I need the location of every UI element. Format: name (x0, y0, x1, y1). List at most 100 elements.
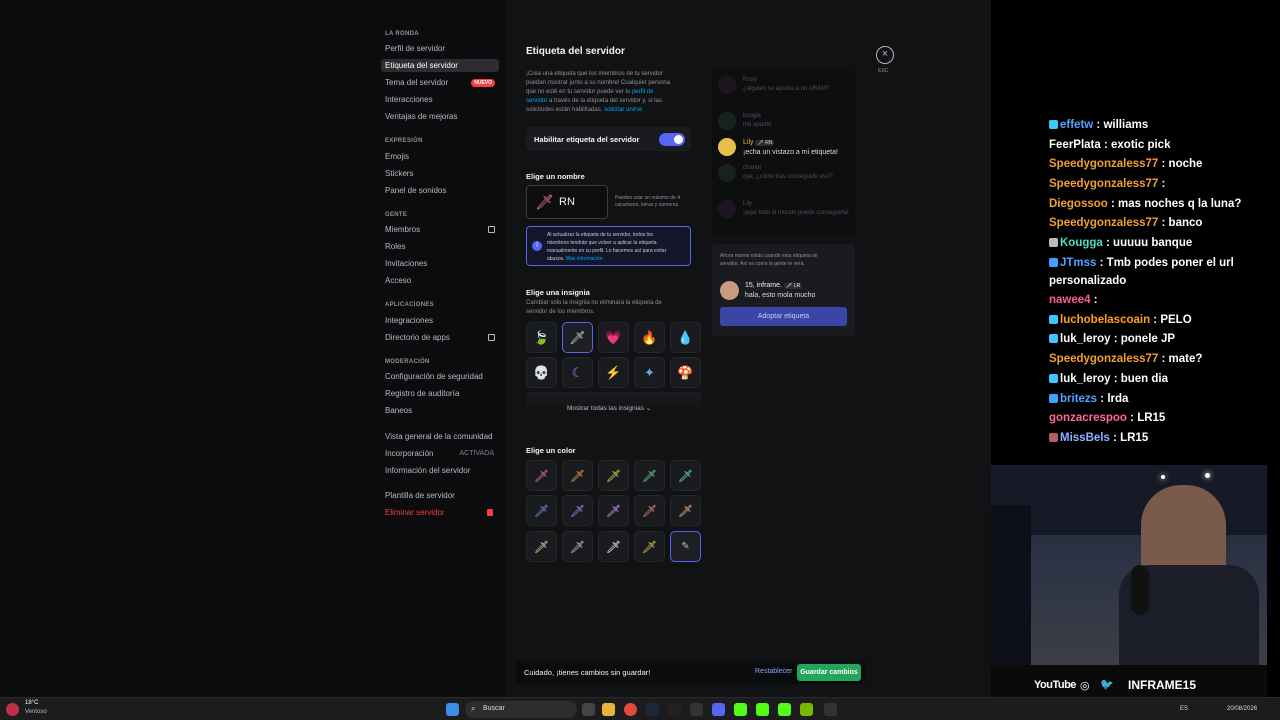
close-icon[interactable]: × (876, 46, 894, 64)
file-explorer-icon[interactable] (602, 703, 615, 716)
show-all-badges-button[interactable]: Mostrar todas las insignias ⌄ (567, 404, 651, 412)
chat-username[interactable]: britezs (1060, 393, 1097, 405)
server-profile-link[interactable]: perfil de (632, 89, 653, 95)
color-option[interactable]: 🗡 (634, 531, 665, 562)
sidebar-item-incorporacion[interactable]: Incorporación ACTIVADA (381, 447, 499, 460)
badge-mushroom-icon[interactable]: 🍄 (670, 357, 701, 388)
color-option[interactable]: 🗡 (526, 531, 557, 562)
chat-username[interactable]: luk_leroy (1060, 333, 1111, 345)
chat-username[interactable]: Diegossoo (1049, 198, 1108, 210)
sidebar-item-info[interactable]: Información del servidor (381, 464, 499, 477)
reset-button[interactable]: Restablecer (755, 668, 792, 675)
color-option[interactable]: 🗡 (562, 531, 593, 562)
twitter-icon: 🐦 (1100, 679, 1114, 691)
color-option[interactable]: 🗡 (526, 460, 557, 491)
sidebar-item-ventajas[interactable]: Ventajas de mejoras (381, 110, 499, 123)
sidebar-item-stickers[interactable]: Stickers (381, 167, 499, 180)
color-option[interactable]: 🗡 (670, 460, 701, 491)
chat-username[interactable]: Speedygonzaless77 (1049, 353, 1158, 365)
app-icon[interactable] (690, 703, 703, 716)
task-view-icon[interactable] (582, 703, 595, 716)
adopt-tag-button[interactable]: Adoptar etiqueta (720, 307, 847, 326)
enable-tag-toggle[interactable] (659, 133, 685, 146)
unsaved-text: Cuidado, ¡tienes cambios sin guardar! (524, 668, 651, 677)
sidebar-item-invitaciones[interactable]: Invitaciones (381, 257, 499, 270)
color-option[interactable]: 🗡 (598, 460, 629, 491)
sidebar-item-auditoria[interactable]: Registro de auditoría (381, 387, 499, 400)
sidebar-item-sonidos[interactable]: Panel de sonidos (381, 184, 499, 197)
badge-skull-icon[interactable]: 💀 (526, 357, 557, 388)
external-link-icon (488, 226, 495, 233)
sidebar-item-baneos[interactable]: Baneos (381, 404, 499, 417)
name-input[interactable]: 🗡 RN (526, 185, 608, 219)
chat-username[interactable]: MissBels (1060, 432, 1110, 444)
kick-icon[interactable] (778, 703, 791, 716)
sidebar-item-directorio[interactable]: Directorio de apps (381, 331, 499, 344)
badge-fire-icon[interactable]: 🔥 (634, 322, 665, 353)
discord-icon[interactable] (712, 703, 725, 716)
badge-water-icon[interactable]: 💧 (670, 322, 701, 353)
chat-username[interactable]: FeerPlata (1049, 139, 1101, 151)
nvidia-icon[interactable] (800, 703, 813, 716)
sidebar-item-tema[interactable]: Tema del servidor NUEVO (381, 76, 499, 89)
color-option[interactable]: 🗡 (634, 495, 665, 526)
more-info-link[interactable]: Más información (566, 256, 603, 262)
sidebar-item-seguridad[interactable]: Configuración de seguridad (381, 370, 499, 383)
badge-heart-icon[interactable]: 💗 (598, 322, 629, 353)
steam-icon[interactable] (646, 703, 659, 716)
sidebar-item-perfil[interactable]: Perfil de servidor (381, 42, 499, 55)
color-option[interactable]: 🗡 (562, 495, 593, 526)
color-option[interactable]: 🗡 (598, 495, 629, 526)
chat-separator: : (1110, 373, 1121, 385)
windows-start-icon[interactable] (446, 703, 459, 716)
request-join-link[interactable]: solicitar unirse (604, 107, 642, 113)
color-option[interactable]: 🗡 (526, 495, 557, 526)
app-icon[interactable] (824, 703, 837, 716)
color-option[interactable]: 🗡 (634, 460, 665, 491)
custom-color-option[interactable]: ✎ (670, 531, 701, 562)
user-msg: hala, esto mola mucho (745, 292, 816, 299)
chat-username[interactable]: nawee4 (1049, 294, 1091, 306)
chat-username[interactable]: Kougga (1060, 237, 1103, 249)
chat-username[interactable]: effetw (1060, 119, 1093, 131)
badge-sword-icon[interactable]: 🗡 (562, 322, 593, 353)
badge-lightning-icon[interactable]: ⚡ (598, 357, 629, 388)
chat-text: noche (1168, 158, 1203, 170)
sidebar-item-integraciones[interactable]: Integraciones (381, 314, 499, 327)
badge-moon-icon[interactable]: ☾ (562, 357, 593, 388)
kick-icon[interactable] (734, 703, 747, 716)
sidebar-item-acceso[interactable]: Acceso (381, 274, 499, 287)
chrome-icon[interactable] (624, 703, 637, 716)
language-indicator[interactable]: ES (1180, 706, 1188, 712)
taskbar-search[interactable]: ⌕ Buscar (465, 701, 577, 718)
chat-username[interactable]: Speedygonzaless77 (1049, 158, 1158, 170)
chat-username[interactable]: JTmss (1060, 257, 1096, 269)
color-option[interactable]: 🗡 (562, 460, 593, 491)
color-option[interactable]: 🗡 (598, 531, 629, 562)
chat-username[interactable]: Speedygonzaless77 (1049, 178, 1158, 190)
weather-icon[interactable] (6, 703, 19, 716)
app-icon[interactable] (668, 703, 681, 716)
sidebar-item-miembros[interactable]: Miembros (381, 223, 499, 236)
sidebar-item-emojis[interactable]: Emojis (381, 150, 499, 163)
chat-username[interactable]: luchobelascoain (1060, 314, 1150, 326)
chat-username[interactable]: gonzacrespoo (1049, 412, 1127, 424)
sidebar-item-eliminar[interactable]: Eliminar servidor (381, 506, 499, 519)
badge-crystal-icon[interactable]: ✦ (634, 357, 665, 388)
chat-username[interactable]: luk_leroy (1060, 373, 1111, 385)
sidebar-item-interacciones[interactable]: Interacciones (381, 93, 499, 106)
clock-date[interactable]: 20/08/2026 (1227, 706, 1257, 712)
sidebar-item-comunidad[interactable]: Vista general de la comunidad (381, 430, 499, 443)
server-link[interactable]: servidor (526, 98, 547, 104)
preview-message-highlight: Lily 🗡 RN ¡echa un vistazo a mi etiqueta! (743, 138, 838, 158)
sidebar-item-plantilla[interactable]: Plantilla de servidor (381, 489, 499, 502)
weather-text: Ventoso (25, 709, 47, 715)
sidebar-item-roles[interactable]: Roles (381, 240, 499, 253)
hint-line: caracteres, letras y números. (615, 202, 680, 208)
color-option[interactable]: 🗡 (670, 495, 701, 526)
save-button[interactable]: Guardar cambios (797, 664, 861, 681)
chat-username[interactable]: Speedygonzaless77 (1049, 217, 1158, 229)
sidebar-item-etiqueta[interactable]: Etiqueta del servidor (381, 59, 499, 72)
kick-icon[interactable] (756, 703, 769, 716)
badge-leaf-icon[interactable]: 🍃 (526, 322, 557, 353)
